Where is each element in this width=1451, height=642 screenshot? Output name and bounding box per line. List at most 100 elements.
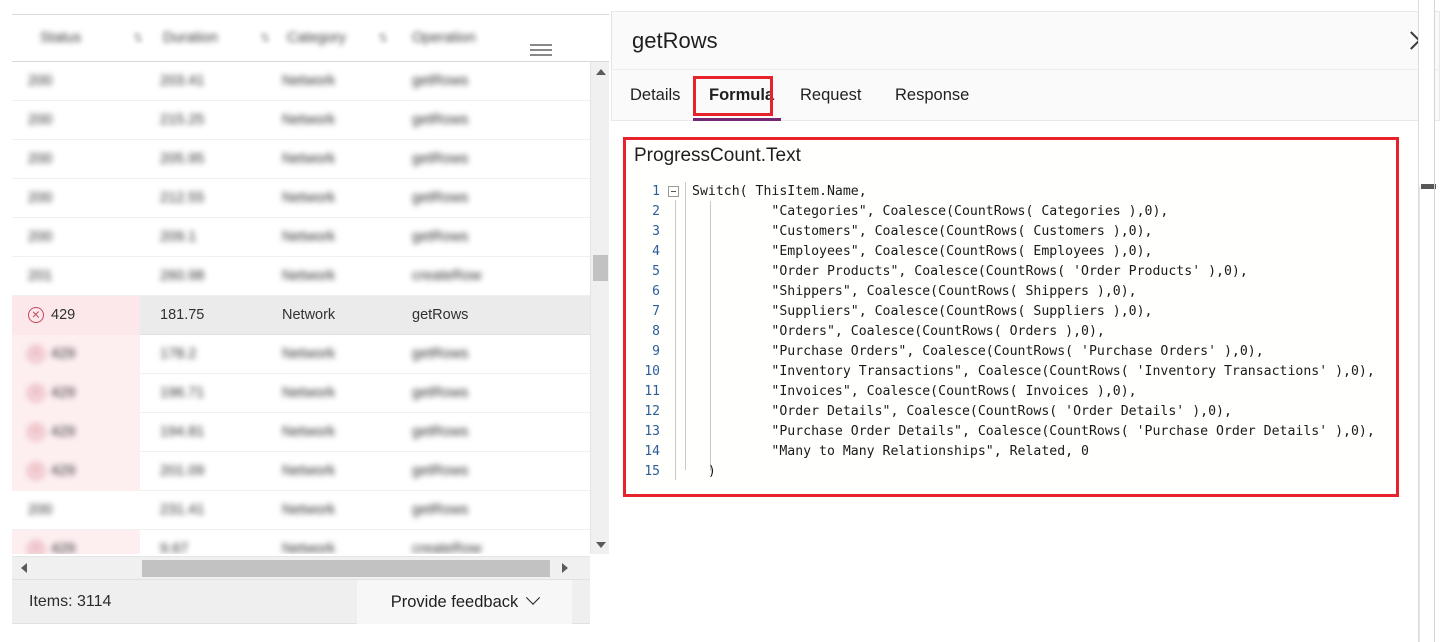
vertical-scroll-thumb[interactable]: [593, 255, 608, 281]
hamburger-icon[interactable]: [530, 44, 552, 60]
cell-duration: 203.41: [160, 73, 205, 89]
sort-icon-category[interactable]: ⇅: [378, 15, 388, 61]
formula-code-area[interactable]: 1 Switch( ThisItem.Name, 2 "Categories", C…: [626, 182, 1396, 492]
cell-category: Network: [282, 463, 336, 479]
cell-duration: 178.2: [160, 346, 197, 362]
cell-duration: 201.09: [160, 463, 205, 479]
provide-feedback-button[interactable]: Provide feedback: [357, 580, 572, 624]
detail-tabbar: Details Formula Request Response: [611, 69, 1440, 121]
column-header-category[interactable]: Category: [287, 15, 346, 61]
scroll-up-button[interactable]: [591, 62, 610, 81]
cell-status: 200: [28, 112, 53, 128]
table-row[interactable]: 429 201.09 Network getRows: [12, 452, 590, 491]
table-row[interactable]: 200 231.41 Network getRows: [12, 491, 590, 530]
code-text: "Customers", Coalesce(CountRows( Custome…: [692, 224, 1153, 239]
table-row[interactable]: 429 194.81 Network getRows: [12, 413, 590, 452]
code-line: 1 Switch( ThisItem.Name,: [626, 182, 1396, 202]
monitor-panel: Status ⇅ Duration ⇅ Category ⇅ Operation…: [0, 0, 611, 642]
table-row[interactable]: 200 205.95 Network getRows: [12, 140, 590, 179]
tab-formula[interactable]: Formula: [709, 70, 774, 120]
table-row[interactable]: 200 203.41 Network getRows: [12, 62, 590, 101]
cell-status: 201: [28, 268, 53, 284]
code-text: "Employees", Coalesce(CountRows( Employe…: [692, 244, 1153, 259]
error-icon: [28, 346, 44, 362]
cell-status: 200: [28, 229, 53, 245]
sort-icon-duration[interactable]: ⇅: [260, 15, 270, 61]
column-header-duration[interactable]: Duration: [163, 15, 218, 61]
line-number: 4: [652, 244, 660, 259]
table-row[interactable]: 200 212.55 Network getRows: [12, 179, 590, 218]
code-line: 15 ): [626, 462, 1396, 482]
page-scrollbar[interactable]: [1418, 0, 1434, 642]
code-line: 3 "Customers", Coalesce(CountRows( Custo…: [626, 222, 1396, 242]
tab-details[interactable]: Details: [630, 70, 680, 120]
cell-status: 200: [28, 190, 53, 206]
cell-duration: 196.71: [160, 385, 205, 401]
line-number: 8: [652, 324, 660, 339]
detail-panel-header: getRows: [611, 11, 1440, 69]
provide-feedback-label: Provide feedback: [390, 592, 519, 611]
triangle-left-icon: [20, 563, 27, 573]
scroll-right-button[interactable]: [553, 557, 576, 579]
cell-status: 429: [51, 385, 76, 401]
code-text: Switch( ThisItem.Name,: [692, 184, 867, 199]
cell-status: 429: [51, 541, 76, 554]
column-header-operation[interactable]: Operation: [412, 15, 476, 61]
cell-duration: 215.25: [160, 112, 205, 128]
horizontal-scroll-thumb[interactable]: [142, 560, 550, 577]
table-row[interactable]: 429 9.67 Network createRow: [12, 530, 590, 554]
code-line: 14 "Many to Many Relationships", Related…: [626, 442, 1396, 462]
scroll-left-button[interactable]: [12, 557, 35, 579]
column-header-status[interactable]: Status: [40, 15, 81, 61]
cell-status: 429: [51, 346, 76, 362]
page-scrollbar-track: [1419, 186, 1420, 642]
line-number: 11: [644, 384, 660, 399]
tab-response[interactable]: Response: [895, 70, 969, 120]
table-horizontal-scrollbar[interactable]: [12, 556, 590, 579]
cell-operation: getRows: [412, 73, 469, 89]
code-text: "Categories", Coalesce(CountRows( Catego…: [692, 204, 1169, 219]
chevron-down-icon: [526, 590, 541, 605]
code-line: 10 "Inventory Transactions", Coalesce(Co…: [626, 362, 1396, 382]
line-number: 3: [652, 224, 660, 239]
code-text: "Shippers", Coalesce(CountRows( Shippers…: [692, 284, 1137, 299]
cell-operation: getRows: [412, 307, 469, 323]
cell-category: Network: [282, 385, 336, 401]
code-line: 2 "Categories", Coalesce(CountRows( Cate…: [626, 202, 1396, 222]
table-row[interactable]: 429 181.75 Network getRows: [12, 296, 590, 335]
window-edge-divider: [1434, 0, 1435, 642]
table-row[interactable]: 200 215.25 Network getRows: [12, 101, 590, 140]
code-text: "Order Details", Coalesce(CountRows( 'Or…: [692, 404, 1232, 419]
cell-duration: 9.67: [160, 541, 189, 554]
cell-status: 429: [51, 307, 76, 323]
detail-panel: getRows Details Formula Request Response…: [611, 0, 1451, 642]
cell-duration: 212.55: [160, 190, 205, 206]
cell-operation: getRows: [412, 385, 469, 401]
table-row[interactable]: 429 178.2 Network getRows: [12, 335, 590, 374]
tab-request[interactable]: Request: [800, 70, 861, 120]
code-line: 6 "Shippers", Coalesce(CountRows( Shippe…: [626, 282, 1396, 302]
sort-icon-status[interactable]: ⇅: [133, 15, 143, 61]
cell-category: Network: [282, 541, 336, 554]
code-text: "Order Products", Coalesce(CountRows( 'O…: [692, 264, 1248, 279]
cell-category: Network: [282, 112, 336, 128]
line-number: 1: [652, 184, 660, 199]
table-row[interactable]: 429 196.71 Network getRows: [12, 374, 590, 413]
cell-category: Network: [282, 229, 336, 245]
cell-operation: getRows: [412, 463, 469, 479]
cell-status: 429: [51, 463, 76, 479]
page-title: getRows: [632, 28, 718, 53]
cell-operation: getRows: [412, 346, 469, 362]
cell-operation: getRows: [412, 424, 469, 440]
line-number: 13: [644, 424, 660, 439]
cell-duration: 194.81: [160, 424, 205, 440]
table-row[interactable]: 200 209.1 Network getRows: [12, 218, 590, 257]
scroll-down-button[interactable]: [591, 535, 610, 554]
table-row[interactable]: 201 260.98 Network createRow: [12, 257, 590, 296]
table-vertical-scrollbar[interactable]: [590, 62, 609, 554]
line-number: 7: [652, 304, 660, 319]
cell-operation: getRows: [412, 190, 469, 206]
line-number: 9: [652, 344, 660, 359]
app-window: Status ⇅ Duration ⇅ Category ⇅ Operation…: [0, 0, 1451, 642]
error-icon: [28, 424, 44, 440]
